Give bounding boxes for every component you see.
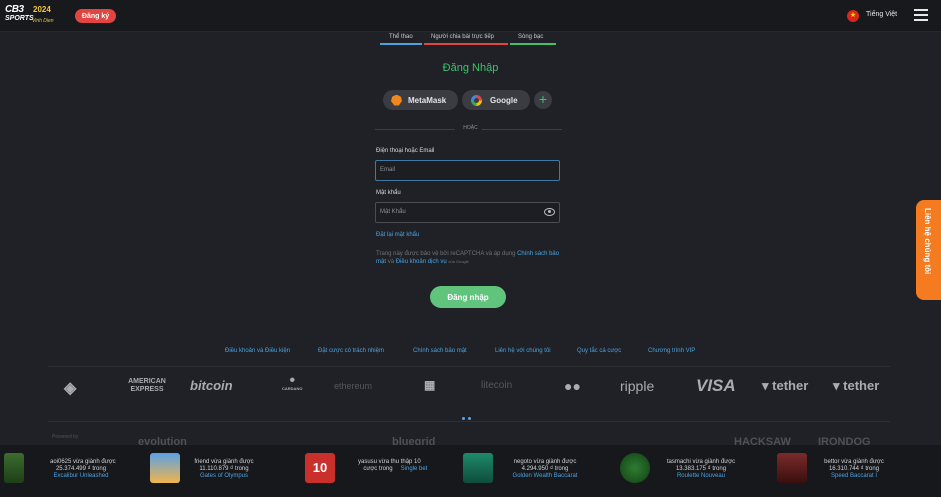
game-thumbnail (463, 453, 493, 483)
winner-line-2: cược trong (363, 466, 393, 472)
winner-item[interactable]: tasmachi vừa giành được 13.383.175 ₫ tro… (620, 445, 755, 497)
winner-game-link[interactable]: Single bet (399, 466, 429, 472)
metamask-fox-icon (391, 94, 402, 106)
tab-sports[interactable]: Thể thao (389, 34, 413, 40)
contact-us-label: Liên hệ chúng tôi (923, 208, 932, 275)
tab-casino-underline (510, 43, 556, 45)
winner-line-2: 11.110.879 ₫ trong (199, 466, 249, 472)
password-field[interactable]: Mật Khẩu (375, 202, 560, 223)
winner-line-2: 25.374.499 ₫ trong (55, 466, 107, 472)
tether-logo-1: ▾ tether (762, 378, 809, 393)
phone-email-label: Điện thoại hoặc Email (376, 148, 435, 154)
powered-by-label: Powered by (52, 434, 79, 440)
footer-divider (48, 366, 890, 367)
footer-divider-2 (48, 421, 890, 422)
login-title: Đăng Nhập (442, 62, 499, 74)
more-login-options-button[interactable]: + (534, 91, 552, 109)
single-bet-badge: 10 (305, 453, 335, 483)
winner-line-2: 4.294.950 ₫ trong (521, 466, 569, 472)
winner-line-1: negoto vừa giành được (513, 459, 577, 465)
winner-game-link[interactable]: Golden Wealth Baccarat (510, 473, 580, 479)
footer-link-vip[interactable]: Chương trình VIP (648, 348, 695, 354)
ripple-logo: ripple (620, 378, 655, 394)
litecoin-logo: litecoin (481, 380, 513, 391)
tether-logo-2: ▾ tether (833, 378, 880, 393)
terms-of-service-link[interactable]: Điều khoản dịch vụ (396, 259, 447, 265)
winner-line-2: 16.310.744 ₫ trong (828, 466, 880, 472)
visa-logo: VISA (696, 376, 736, 395)
site-logo[interactable]: CB3 SPORTS 2024 Vinh Dien (5, 4, 55, 27)
winner-line-1: bettor vừa giành được (824, 459, 884, 465)
and-text: và (387, 259, 395, 265)
winner-line-1: friend vừa giành được (194, 459, 254, 465)
winner-game-link[interactable]: Gates of Olympus (193, 473, 255, 479)
login-submit-button[interactable]: Đăng nhập (430, 286, 506, 308)
footer-link-responsible-gaming[interactable]: Đặt cược có trách nhiệm (318, 348, 384, 354)
winner-line-1: tasmachi vừa giành được (666, 459, 736, 465)
password-placeholder: Mật Khẩu (380, 209, 406, 215)
amex-logo: AMERICAN EXPRESS (128, 378, 166, 393)
or-divider-text: HOẶC (463, 125, 478, 131)
binance-icon: ◈ (64, 380, 77, 397)
recent-winners-ticker: aoi0625 vừa giành được 25.374.499 ₫ tron… (0, 445, 941, 497)
tether-label-2: tether (843, 378, 880, 393)
reset-password-link[interactable]: Đặt lại mật khẩu (376, 232, 419, 238)
winner-line-1: yasusu vừa thu thập 10 (358, 459, 421, 465)
logo-tagline: Vinh Dien (32, 18, 54, 24)
game-thumbnail (150, 453, 180, 483)
contact-us-tab[interactable]: Liên hệ chúng tôi (916, 200, 941, 300)
footer-link-terms[interactable]: Điều khoản và Điều kiện (225, 348, 290, 354)
mastercard-icon: ●● (564, 378, 581, 394)
logo-text-bottom: SPORTS (5, 15, 34, 22)
recaptcha-text: Trang này được bảo vệ bởi reCAPTCHA và á… (376, 251, 516, 257)
hamburger-menu-icon[interactable] (914, 9, 928, 21)
language-selector[interactable]: Tiếng Việt (866, 11, 897, 18)
eye-icon[interactable] (544, 208, 555, 216)
carousel-pagination[interactable] (462, 407, 474, 425)
game-thumbnail (4, 453, 24, 483)
footer-link-contact[interactable]: Liên hệ với chúng tôi (495, 348, 551, 354)
cardano-logo: ✺ CARDANO (282, 378, 303, 391)
tab-live-dealer-underline (424, 43, 508, 45)
recaptcha-notice: Trang này được bảo vệ bởi reCAPTCHA và á… (376, 251, 561, 266)
footer-link-privacy[interactable]: Chính sách bảo mật (413, 348, 467, 354)
top-bar: CB3 SPORTS 2024 Vinh Dien Đăng ký ★ Tiến… (0, 0, 941, 32)
google-attribution: của Google (448, 259, 469, 264)
bitcoin-logo: bitcoin (190, 378, 233, 393)
winner-item[interactable]: negoto vừa giành được 4.294.950 ₫ trong … (463, 445, 598, 497)
winner-game-link[interactable]: Excalibur Unleashed (50, 473, 112, 479)
winner-game-link[interactable]: Speed Baccarat I (823, 473, 885, 479)
winner-item[interactable]: 10 yasusu vừa thu thập 10 cược trong Sin… (305, 445, 440, 497)
cardano-label: CARDANO (282, 386, 303, 391)
vietnam-flag-icon[interactable]: ★ (847, 10, 859, 22)
pagination-dot[interactable] (468, 417, 471, 420)
winner-line-1: aoi0625 vừa giành được (50, 459, 116, 465)
email-field[interactable]: Email (375, 160, 560, 181)
logo-badge: 2024 (33, 5, 51, 14)
tab-casino[interactable]: Sòng bạc (518, 34, 543, 40)
logo-text-top: CB3 (5, 4, 24, 15)
footer-link-betting-rules[interactable]: Quy tắc cá cược (577, 348, 621, 354)
winner-line-2: 13.383.175 ₫ trong (675, 466, 727, 472)
jcb-icon: ▦ (424, 378, 436, 392)
winner-item[interactable]: friend vừa giành được 11.110.879 ₫ trong… (150, 445, 285, 497)
game-thumbnail (777, 453, 807, 483)
winner-item[interactable]: aoi0625 vừa giành được 25.374.499 ₫ tron… (0, 445, 135, 497)
metamask-label: MetaMask (408, 95, 447, 105)
google-label: Google (490, 95, 518, 105)
tab-sports-underline (380, 43, 422, 45)
tether-label-1: tether (772, 378, 809, 393)
email-placeholder: Email (380, 167, 396, 173)
pagination-dot[interactable] (462, 417, 465, 420)
register-button[interactable]: Đăng ký (75, 9, 116, 23)
ethereum-logo: ethereum (334, 381, 373, 391)
game-thumbnail (620, 453, 650, 483)
google-icon (471, 94, 482, 106)
google-login-button[interactable]: Google (462, 90, 530, 110)
winner-game-link[interactable]: Roulette Nouveau (665, 473, 737, 479)
winner-item[interactable]: bettor vừa giành được 16.310.744 ₫ trong… (777, 445, 912, 497)
metamask-login-button[interactable]: MetaMask (383, 90, 458, 110)
tab-live-dealer[interactable]: Người chia bài trực tiếp (431, 34, 494, 40)
password-label: Mật khẩu (376, 190, 401, 196)
